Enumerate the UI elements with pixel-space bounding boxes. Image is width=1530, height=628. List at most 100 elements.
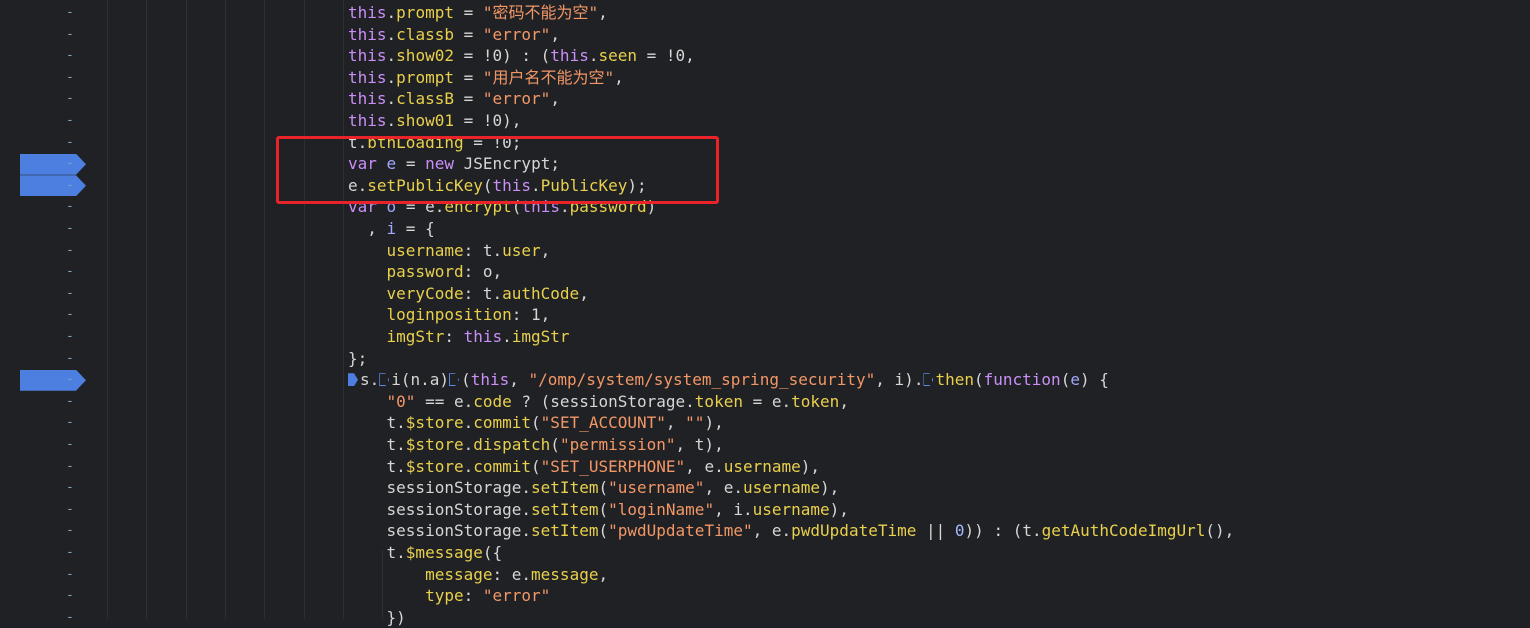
- code-token: "密码不能为空": [482, 3, 599, 22]
- code-token: ),: [820, 478, 840, 498]
- code-token: getAuthCodeImgUrl: [1041, 521, 1206, 541]
- code-token: , e.: [685, 456, 724, 476]
- code-token: pwdUpdateTime: [791, 521, 917, 541]
- code-token: .: [463, 456, 474, 476]
- code-token: 0: [954, 521, 965, 541]
- code-line: "0" == e.code ? (sessionStorage.token = …: [348, 391, 849, 412]
- code-token: (: [598, 478, 609, 498]
- code-token: ,: [579, 283, 589, 303]
- code-token: =: [453, 3, 483, 22]
- code-token: i: [386, 219, 397, 238]
- code-token: s.: [360, 370, 380, 390]
- code-token: "error": [482, 586, 551, 606]
- code-token: .: [386, 111, 397, 130]
- code-token: =: [453, 24, 483, 44]
- code-token: ,: [665, 413, 686, 433]
- code-token: }): [348, 607, 406, 627]
- code-line: this.classB = "error",: [348, 88, 560, 109]
- code-token: ),: [829, 499, 849, 519]
- code-token: = !0) : (: [453, 46, 551, 66]
- code-line: t.$message({: [348, 542, 503, 563]
- code-line: }): [348, 607, 406, 628]
- code-token: username: [386, 240, 464, 260]
- code-line: t.$store.dispatch("permission", t),: [348, 434, 724, 455]
- code-token: this: [463, 327, 503, 346]
- code-token: .: [386, 3, 397, 22]
- code-token: imgStr: [386, 327, 445, 346]
- inline-breakpoint-icon[interactable]: [379, 373, 390, 387]
- code-token: commit: [473, 456, 532, 476]
- code-token: : o,: [463, 262, 503, 282]
- code-line: sessionStorage.setItem("loginName", i.us…: [348, 499, 849, 520]
- code-token: .: [386, 46, 397, 66]
- code-token: then: [935, 370, 974, 390]
- code-token: sessionStorage.: [348, 499, 532, 519]
- code-token: type: [425, 586, 464, 606]
- code-token: = !0),: [453, 111, 522, 130]
- code-token: username: [742, 478, 821, 498]
- code-token: =: [453, 89, 483, 109]
- code-token: prompt: [396, 3, 454, 22]
- code-token: this: [348, 111, 387, 130]
- code-token: .: [463, 413, 474, 433]
- code-token: , e.: [704, 478, 743, 498]
- code-token: message: [531, 564, 599, 584]
- code-token: "用户名不能为空": [482, 67, 615, 87]
- code-token: this: [348, 67, 387, 87]
- inline-breakpoint-icon[interactable]: [923, 373, 934, 387]
- code-token: ),: [704, 413, 724, 433]
- code-line: loginposition: 1,: [348, 304, 551, 325]
- code-token: "permission": [559, 435, 676, 454]
- code-line: imgStr: this.imgStr: [348, 326, 570, 347]
- code-token: ,: [348, 219, 387, 238]
- code-token: "error": [482, 24, 551, 44]
- code-token: :: [463, 586, 483, 606]
- code-line: s. i(n.a) (this, "/omp/system/system_sprin…: [348, 369, 1109, 390]
- code-token: this: [470, 370, 510, 390]
- code-token: t.: [348, 413, 406, 433]
- code-token: "loginName": [608, 499, 715, 519]
- code-token: ,: [614, 67, 624, 87]
- code-token: show01: [396, 111, 454, 130]
- code-line: this.prompt = "用户名不能为空",: [348, 67, 624, 88]
- code-token: : t.: [463, 240, 503, 260]
- code-token: "": [685, 413, 705, 433]
- code-line: this.prompt = "密码不能为空",: [348, 2, 608, 23]
- code-token: username: [723, 456, 801, 476]
- code-token: sessionStorage.: [348, 521, 532, 541]
- code-token: (: [531, 413, 541, 433]
- code-token: };: [348, 348, 368, 368]
- code-token: , t),: [675, 435, 724, 454]
- code-token: code: [473, 391, 512, 411]
- code-token: ,: [550, 24, 560, 44]
- code-token: token: [694, 391, 743, 411]
- code-token: password: [386, 262, 464, 282]
- code-token: $store: [405, 413, 464, 433]
- code-token: ? (sessionStorage.: [511, 391, 695, 411]
- code-token: ,: [509, 370, 529, 390]
- code-token: , e.: [752, 521, 792, 541]
- inline-breakpoint-icon[interactable]: [449, 373, 460, 387]
- code-token: .: [386, 89, 397, 109]
- code-token: $message: [405, 543, 483, 562]
- code-token: classB: [396, 89, 454, 109]
- code-token: (: [598, 499, 609, 519]
- code-editor[interactable]: this.prompt = "密码不能为空", this.classb = "er…: [0, 0, 1530, 627]
- code-token: show02: [396, 46, 454, 66]
- code-token: (: [598, 521, 609, 541]
- code-token: ({: [482, 543, 503, 562]
- code-token: $store: [405, 435, 464, 454]
- code-token: == e.: [415, 391, 474, 411]
- code-token: .: [502, 327, 512, 346]
- code-token: veryCode: [386, 283, 464, 303]
- code-token: setItem: [531, 521, 599, 541]
- code-token: classb: [396, 24, 454, 44]
- inline-breakpoint-icon[interactable]: [348, 373, 358, 387]
- code-line: password: o,: [348, 261, 503, 282]
- code-token: ||: [916, 521, 955, 541]
- code-token: this: [348, 46, 387, 66]
- code-token: = {: [396, 219, 435, 238]
